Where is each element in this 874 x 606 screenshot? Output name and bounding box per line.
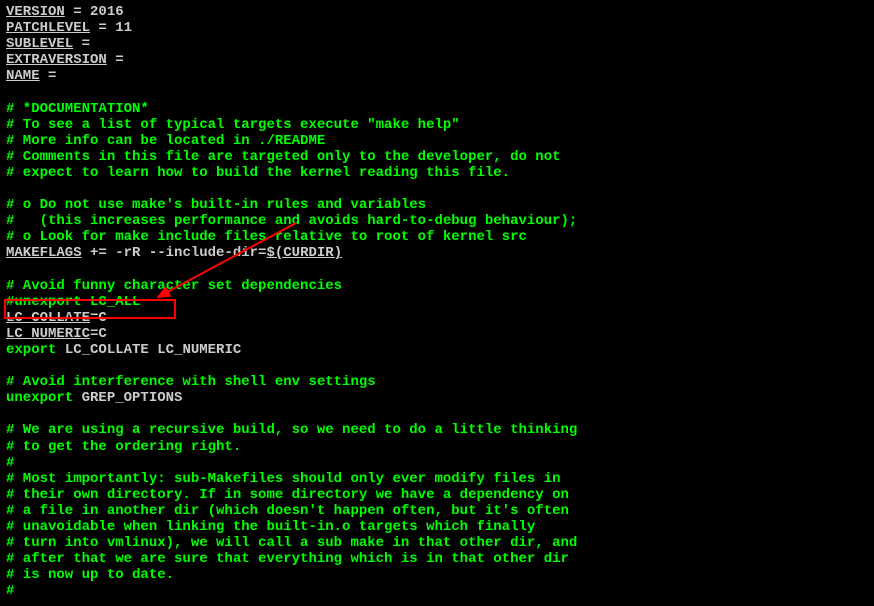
- comment-line: # More info can be located in ./README: [6, 133, 868, 149]
- blank-line: [6, 84, 868, 100]
- var-assign: = 2016: [65, 4, 124, 20]
- comment-line: # their own directory. If in some direct…: [6, 487, 868, 503]
- comment-line: # Most importantly: sub-Makefiles should…: [6, 471, 868, 487]
- comment-line: # Avoid funny character set dependencies: [6, 278, 868, 294]
- code-line: unexport GREP_OPTIONS: [6, 390, 868, 406]
- var-assign: =C: [90, 310, 107, 326]
- keyword: export: [6, 342, 56, 358]
- comment-line: # o Look for make include files relative…: [6, 229, 868, 245]
- comment-line: # To see a list of typical targets execu…: [6, 117, 868, 133]
- terminal-viewport[interactable]: VERSION = 2016 PATCHLEVEL = 11 SUBLEVEL …: [0, 0, 874, 603]
- var-name: MAKEFLAGS: [6, 245, 82, 261]
- code-line: LC_COLLATE=C: [6, 310, 868, 326]
- blank-line: [6, 406, 868, 422]
- blank-line: [6, 358, 868, 374]
- comment-line: # o Do not use make's built-in rules and…: [6, 197, 868, 213]
- code-line: PATCHLEVEL = 11: [6, 20, 868, 36]
- var-assign: += -rR --include-dir=: [82, 245, 267, 261]
- var-name: LC_NUMERIC: [6, 326, 90, 342]
- var-name: SUBLEVEL: [6, 36, 73, 52]
- unexport-vars: GREP_OPTIONS: [73, 390, 182, 406]
- comment-line: # expect to learn how to build the kerne…: [6, 165, 868, 181]
- var-assign: = 11: [90, 20, 132, 36]
- comment-line: # (this increases performance and avoids…: [6, 213, 868, 229]
- var-name: PATCHLEVEL: [6, 20, 90, 36]
- code-line: NAME =: [6, 68, 868, 84]
- var-name: NAME: [6, 68, 40, 84]
- blank-line: [6, 181, 868, 197]
- code-line: LC_NUMERIC=C: [6, 326, 868, 342]
- comment-line: # unavoidable when linking the built-in.…: [6, 519, 868, 535]
- blank-line: [6, 262, 868, 278]
- var-assign: =C: [90, 326, 107, 342]
- var-name: EXTRAVERSION: [6, 52, 107, 68]
- comment-line: # to get the ordering right.: [6, 439, 868, 455]
- code-line: EXTRAVERSION =: [6, 52, 868, 68]
- comment-line: # Comments in this file are targeted onl…: [6, 149, 868, 165]
- comment-line: # turn into vmlinux), we will call a sub…: [6, 535, 868, 551]
- export-vars: LC_COLLATE LC_NUMERIC: [56, 342, 241, 358]
- comment-line: # after that we are sure that everything…: [6, 551, 868, 567]
- var-name: LC_COLLATE: [6, 310, 90, 326]
- var-assign: =: [73, 36, 90, 52]
- var-assign: =: [40, 68, 57, 84]
- code-line: MAKEFLAGS += -rR --include-dir=$(CURDIR): [6, 245, 868, 261]
- func-arg: CURDIR): [283, 245, 342, 261]
- highlighted-comment-line: #unexport LC_ALL: [6, 294, 868, 310]
- comment-line: # We are using a recursive build, so we …: [6, 422, 868, 438]
- comment-line: #: [6, 583, 868, 599]
- code-line: export LC_COLLATE LC_NUMERIC: [6, 342, 868, 358]
- comment-line: # *DOCUMENTATION*: [6, 101, 868, 117]
- var-assign: =: [107, 52, 124, 68]
- keyword: unexport: [6, 390, 73, 406]
- func-call: $(: [266, 245, 283, 261]
- comment-line: #: [6, 455, 868, 471]
- comment-line: # a file in another dir (which doesn't h…: [6, 503, 868, 519]
- var-name: VERSION: [6, 4, 65, 20]
- comment-line: # is now up to date.: [6, 567, 868, 583]
- code-line: SUBLEVEL =: [6, 36, 868, 52]
- comment-line: # Avoid interference with shell env sett…: [6, 374, 868, 390]
- code-line: VERSION = 2016: [6, 4, 868, 20]
